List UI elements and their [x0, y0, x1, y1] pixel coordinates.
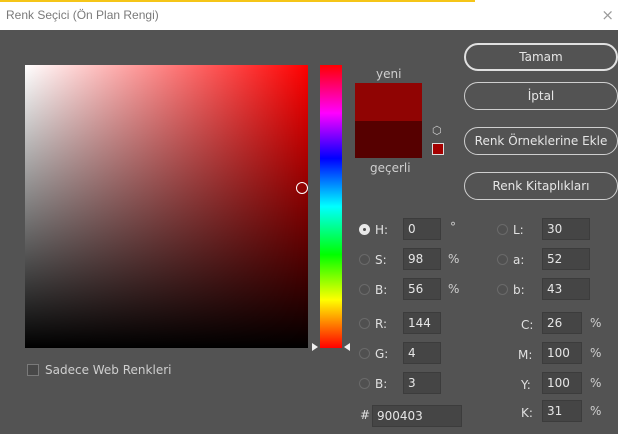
radio-s[interactable] [359, 254, 370, 265]
radio-a[interactable] [497, 254, 508, 265]
y-unit: % [590, 376, 602, 390]
cancel-button[interactable]: İptal [464, 82, 618, 110]
k-unit: % [590, 404, 602, 418]
hex-label: # [360, 408, 371, 422]
h-label: H: [375, 223, 389, 237]
y-input[interactable]: 100 [542, 372, 582, 394]
window-title: Renk Seçici (Ön Plan Rengi) [6, 8, 159, 22]
l-input[interactable]: 30 [542, 218, 590, 240]
radio-rgb-b[interactable] [359, 378, 370, 389]
y-label: Y: [521, 378, 531, 392]
color-picker-marker[interactable] [296, 182, 308, 194]
add-to-swatches-button[interactable]: Renk Örneklerine Ekle [464, 127, 618, 155]
b-unit: % [448, 282, 460, 296]
g-input[interactable]: 4 [403, 342, 441, 364]
a-input[interactable]: 52 [542, 248, 590, 270]
web-only-checkbox[interactable] [27, 364, 39, 376]
m-unit: % [590, 346, 602, 360]
ok-button[interactable]: Tamam [464, 43, 618, 71]
hue-slider-handle-left[interactable] [312, 343, 318, 351]
r-label: R: [375, 317, 388, 331]
s-input[interactable]: 98 [403, 248, 441, 270]
k-label: K: [521, 406, 533, 420]
c-input[interactable]: 26 [542, 312, 582, 334]
lab-b-input[interactable]: 43 [542, 278, 590, 300]
a-label: a: [513, 253, 525, 267]
s-label: S: [375, 253, 387, 267]
c-unit: % [590, 316, 602, 330]
radio-l[interactable] [497, 224, 508, 235]
h-unit: ° [450, 220, 456, 234]
radio-lab-b[interactable] [497, 284, 508, 295]
s-unit: % [448, 252, 460, 266]
title-bar: Renk Seçici (Ön Plan Rengi) × [0, 0, 618, 30]
g-label: G: [375, 347, 389, 361]
radio-b[interactable] [359, 284, 370, 295]
radio-g[interactable] [359, 348, 370, 359]
c-label: C: [521, 318, 534, 332]
rgb-b-input[interactable]: 3 [403, 372, 441, 394]
m-input[interactable]: 100 [542, 342, 582, 364]
hex-input[interactable]: 900403 [372, 405, 462, 427]
k-input[interactable]: 31 [542, 400, 582, 422]
lab-b-label: b: [513, 283, 525, 297]
h-input[interactable]: 0 [403, 218, 441, 240]
radio-r[interactable] [359, 318, 370, 329]
b-label: B: [375, 283, 388, 297]
current-color-swatch[interactable] [355, 121, 422, 158]
web-only-label: Sadece Web Renkleri [45, 363, 172, 377]
m-label: M: [518, 348, 533, 362]
close-icon[interactable]: × [601, 6, 614, 24]
hue-slider[interactable] [320, 65, 342, 348]
gamut-warning-swatch[interactable] [432, 143, 444, 155]
web-safe-cube-icon[interactable]: ⬡ [432, 125, 442, 136]
saturation-brightness-field[interactable] [25, 65, 308, 348]
color-libraries-button[interactable]: Renk Kitaplıkları [464, 172, 618, 200]
title-accent-line [0, 0, 475, 2]
radio-h[interactable] [359, 224, 370, 235]
l-label: L: [513, 223, 524, 237]
new-color-label: yeni [376, 67, 402, 81]
new-color-swatch [355, 83, 422, 121]
b-input[interactable]: 56 [403, 278, 441, 300]
current-color-label: geçerli [370, 161, 411, 175]
r-input[interactable]: 144 [403, 312, 441, 334]
hue-slider-handle-right[interactable] [344, 343, 350, 351]
rgb-b-label: B: [375, 377, 388, 391]
